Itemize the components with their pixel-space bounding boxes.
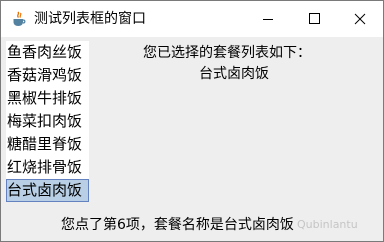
close-icon [354, 13, 366, 25]
list-item[interactable]: 红烧排骨饭 [6, 156, 89, 179]
list-item[interactable]: 糖醋里脊饭 [6, 133, 89, 156]
maximize-button[interactable] [291, 1, 337, 37]
minimize-button[interactable] [245, 1, 291, 37]
watermark: Qubinlantu [297, 218, 358, 231]
selected-meal-label: 台式卤肉饭 [199, 66, 269, 82]
selection-heading: 您已选择的套餐列表如下： [143, 45, 311, 61]
minimize-icon [263, 19, 273, 20]
list-item-selected[interactable]: 台式卤肉饭 [6, 179, 89, 202]
app-window: 测试列表框的窗口 鱼香肉丝饭 香菇滑鸡饭 黑椒牛排饭 梅菜扣肉饭 糖醋里脊饭 红… [0, 0, 384, 242]
content-panel: 鱼香肉丝饭 香菇滑鸡饭 黑椒牛排饭 梅菜扣肉饭 糖醋里脊饭 红烧排骨饭 台式卤肉… [1, 37, 383, 241]
meal-list[interactable]: 鱼香肉丝饭 香菇滑鸡饭 黑椒牛排饭 梅菜扣肉饭 糖醋里脊饭 红烧排骨饭 台式卤肉… [6, 41, 89, 202]
window-title: 测试列表框的窗口 [34, 11, 146, 27]
title-bar[interactable]: 测试列表框的窗口 [1, 1, 383, 37]
close-button[interactable] [337, 1, 383, 37]
list-item[interactable]: 黑椒牛排饭 [6, 87, 89, 110]
list-item[interactable]: 梅菜扣肉饭 [6, 110, 89, 133]
list-item[interactable]: 鱼香肉丝饭 [6, 41, 89, 64]
list-item[interactable]: 香菇滑鸡饭 [6, 64, 89, 87]
java-cup-icon [11, 11, 27, 27]
status-label: 您点了第6项，套餐名称是台式卤肉饭 [61, 217, 294, 233]
maximize-icon [309, 13, 320, 24]
